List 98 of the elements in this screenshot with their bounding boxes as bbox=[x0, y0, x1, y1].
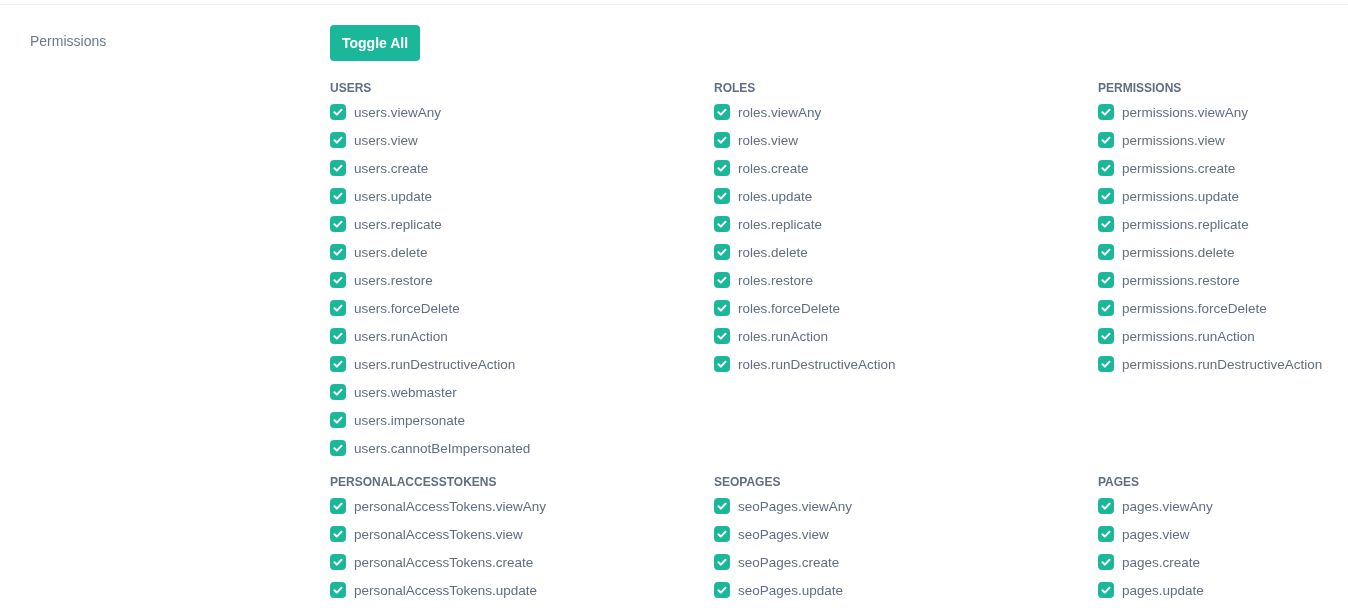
permission-label: permissions.view bbox=[1122, 132, 1225, 148]
checkbox[interactable] bbox=[1098, 526, 1114, 542]
checkbox[interactable] bbox=[330, 498, 346, 514]
checkbox[interactable] bbox=[330, 582, 346, 598]
permission-label: users.view bbox=[354, 132, 418, 148]
toggle-all-button[interactable]: Toggle All bbox=[330, 25, 421, 61]
permission-label: roles.replicate bbox=[738, 216, 823, 232]
checkbox[interactable] bbox=[330, 412, 346, 428]
permission-label: personalAccessTokens.viewAny bbox=[354, 498, 547, 514]
checkbox[interactable] bbox=[714, 188, 730, 204]
checkbox[interactable] bbox=[714, 554, 730, 570]
permission-label: users.cannotBeImpersonated bbox=[354, 440, 531, 456]
permission-label: permissions.runDestructiveAction bbox=[1122, 356, 1323, 372]
permission-label: users.update bbox=[354, 188, 433, 204]
permission-label: roles.delete bbox=[738, 244, 808, 260]
checkbox[interactable] bbox=[1098, 160, 1114, 176]
checkbox[interactable] bbox=[330, 188, 346, 204]
permission-label: users.viewAny bbox=[354, 104, 442, 120]
group-heading: PERSONALACCESSTOKENS bbox=[330, 474, 498, 491]
checkbox[interactable] bbox=[1098, 132, 1114, 148]
group-heading: PAGES bbox=[1098, 474, 1141, 491]
checkbox[interactable] bbox=[330, 384, 346, 400]
checkbox[interactable] bbox=[714, 328, 730, 344]
checkbox[interactable] bbox=[714, 216, 730, 232]
checkbox[interactable] bbox=[330, 104, 346, 120]
checkbox[interactable] bbox=[330, 132, 346, 148]
permission-label: users.create bbox=[354, 160, 429, 176]
permission-label: personalAccessTokens.update bbox=[354, 582, 538, 598]
checkbox[interactable] bbox=[714, 526, 730, 542]
checkbox[interactable] bbox=[714, 300, 730, 316]
checkbox[interactable] bbox=[1098, 216, 1114, 232]
checkbox[interactable] bbox=[714, 356, 730, 372]
group-heading: PERMISSIONS bbox=[1098, 80, 1183, 97]
permission-label: users.impersonate bbox=[354, 412, 466, 428]
permission-label: users.runAction bbox=[354, 328, 448, 344]
checkbox[interactable] bbox=[1098, 300, 1114, 316]
permission-label: pages.view bbox=[1122, 526, 1190, 542]
permission-label: pages.update bbox=[1122, 582, 1204, 598]
permission-label: permissions.restore bbox=[1122, 272, 1240, 288]
checkbox[interactable] bbox=[714, 160, 730, 176]
checkbox[interactable] bbox=[330, 554, 346, 570]
checkbox[interactable] bbox=[1098, 582, 1114, 598]
permission-label: seoPages.viewAny bbox=[738, 498, 853, 514]
permission-label: roles.viewAny bbox=[738, 104, 822, 120]
permission-label: roles.view bbox=[738, 132, 799, 148]
permission-label: users.forceDelete bbox=[354, 300, 460, 316]
checkbox[interactable] bbox=[1098, 188, 1114, 204]
checkbox[interactable] bbox=[714, 582, 730, 598]
checkbox[interactable] bbox=[714, 132, 730, 148]
group-heading: USERS bbox=[330, 80, 373, 97]
permission-label: users.runDestructiveAction bbox=[354, 356, 516, 372]
permission-label: permissions.runAction bbox=[1122, 328, 1255, 344]
permission-label: seoPages.view bbox=[738, 526, 829, 542]
checkbox[interactable] bbox=[1098, 104, 1114, 120]
checkbox[interactable] bbox=[1098, 272, 1114, 288]
checkbox[interactable] bbox=[1098, 498, 1114, 514]
checkbox[interactable] bbox=[330, 356, 346, 372]
checkbox[interactable] bbox=[714, 498, 730, 514]
checkbox[interactable] bbox=[330, 272, 346, 288]
checkbox[interactable] bbox=[1098, 356, 1114, 372]
permission-label: permissions.viewAny bbox=[1122, 104, 1249, 120]
checkbox[interactable] bbox=[330, 328, 346, 344]
permission-label: roles.forceDelete bbox=[738, 300, 841, 316]
checkbox[interactable] bbox=[330, 440, 346, 456]
group-heading: SEOPAGES bbox=[714, 474, 782, 491]
group-heading: ROLES bbox=[714, 80, 757, 97]
checkbox[interactable] bbox=[1098, 554, 1114, 570]
permission-label: users.webmaster bbox=[354, 384, 457, 400]
checkbox[interactable] bbox=[714, 272, 730, 288]
checkbox[interactable] bbox=[330, 300, 346, 316]
field-label: Permissions bbox=[30, 33, 107, 49]
permission-label: permissions.replicate bbox=[1122, 216, 1249, 232]
permission-label: permissions.forceDelete bbox=[1122, 300, 1267, 316]
permission-label: roles.runAction bbox=[738, 328, 829, 344]
permission-label: seoPages.create bbox=[738, 554, 840, 570]
checkbox[interactable] bbox=[1098, 328, 1114, 344]
checkbox[interactable] bbox=[330, 216, 346, 232]
permission-label: users.replicate bbox=[354, 216, 442, 232]
permission-label: seoPages.update bbox=[738, 582, 844, 598]
permission-label: permissions.update bbox=[1122, 188, 1240, 204]
checkbox[interactable] bbox=[714, 104, 730, 120]
permission-label: permissions.create bbox=[1122, 160, 1236, 176]
checkbox[interactable] bbox=[330, 244, 346, 260]
permission-label: personalAccessTokens.view bbox=[354, 526, 523, 542]
permission-label: roles.restore bbox=[738, 272, 814, 288]
permission-label: roles.update bbox=[738, 188, 813, 204]
checkbox[interactable] bbox=[330, 526, 346, 542]
permission-label: permissions.delete bbox=[1122, 244, 1235, 260]
permission-label: users.delete bbox=[354, 244, 428, 260]
permission-label: users.restore bbox=[354, 272, 433, 288]
permission-label: pages.create bbox=[1122, 554, 1201, 570]
permission-label: pages.viewAny bbox=[1122, 498, 1213, 514]
checkbox[interactable] bbox=[330, 160, 346, 176]
checkbox[interactable] bbox=[714, 244, 730, 260]
permission-label: roles.create bbox=[738, 160, 809, 176]
permission-label: roles.runDestructiveAction bbox=[738, 356, 896, 372]
checkbox[interactable] bbox=[1098, 244, 1114, 260]
permission-label: personalAccessTokens.create bbox=[354, 554, 534, 570]
